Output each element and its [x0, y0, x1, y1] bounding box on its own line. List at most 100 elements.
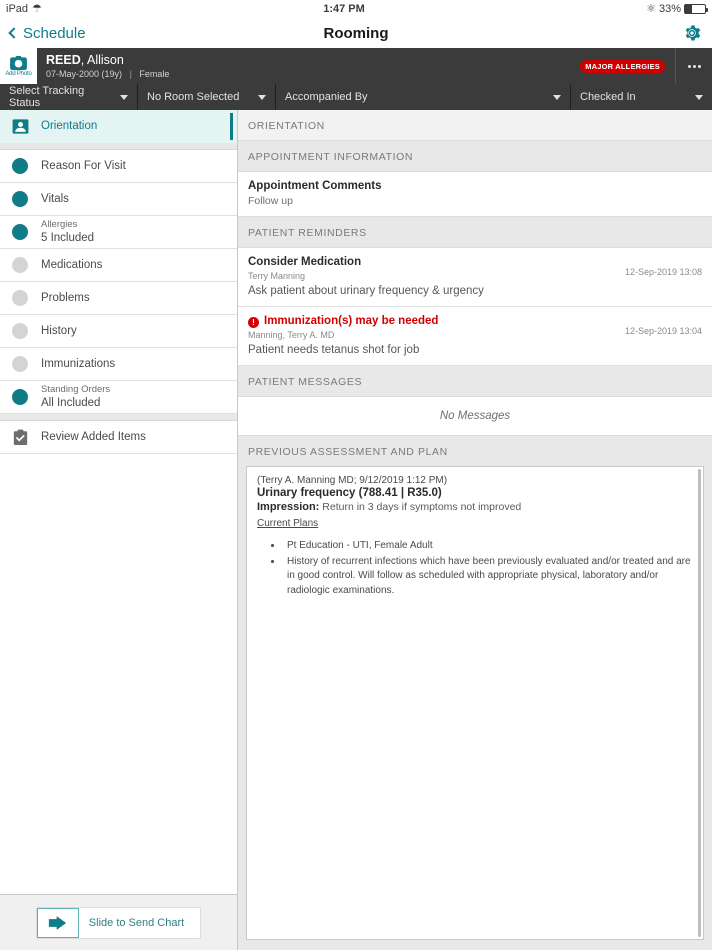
tracking-status-label: Select Tracking Status	[9, 85, 85, 109]
reminder-item[interactable]: Consider Medication Terry Manning Ask pa…	[238, 247, 712, 307]
room-dropdown[interactable]: No Room Selected	[138, 84, 276, 110]
sidebar-divider	[0, 414, 237, 421]
appointment-comments-card[interactable]: Appointment Comments Follow up	[238, 171, 712, 217]
alert-icon: !	[248, 317, 259, 328]
sidebar-item-text: Vitals	[41, 192, 69, 206]
accompanied-by-label: Accompanied By	[285, 91, 368, 103]
sidebar-item-orientation[interactable]: Orientation	[0, 110, 237, 143]
reminder-timestamp: 12-Sep-2019 13:08	[624, 267, 702, 277]
sidebar-item-text: Immunizations	[41, 357, 115, 371]
checked-in-dropdown[interactable]: Checked In	[571, 84, 712, 110]
patient-first-name: , Allison	[80, 52, 124, 67]
gear-icon[interactable]	[682, 23, 702, 43]
sidebar-item-problems[interactable]: Problems	[0, 282, 237, 315]
current-plans-list: Pt Education - UTI, Female Adult History…	[283, 539, 693, 598]
patient-info[interactable]: REED, Allison 07-May-2000 (19y) | Female	[37, 48, 580, 84]
content-body: Orientation Reason For Visit Vitals Alle…	[0, 110, 712, 950]
status-dot-icon	[10, 389, 30, 405]
patient-dob: 07-May-2000 (19y)	[46, 69, 123, 80]
reminder-title: Immunization(s) may be needed	[264, 315, 439, 327]
sidebar-item-label: Orientation	[41, 120, 98, 133]
sidebar-item-allergies[interactable]: Allergies 5 Included	[0, 216, 237, 249]
patient-reminders-header: PATIENT REMINDERS	[238, 217, 712, 247]
chevron-down-icon	[120, 94, 128, 100]
impression-label: Impression:	[257, 501, 320, 513]
major-allergies-badge[interactable]: MAJOR ALLERGIES	[580, 59, 665, 73]
main-content-panel: ORIENTATION APPOINTMENT INFORMATION Appo…	[238, 110, 712, 950]
previous-assessment-panel[interactable]: (Terry A. Manning MD; 9/12/2019 1:12 PM)…	[246, 466, 704, 940]
current-plans-link[interactable]: Current Plans	[257, 518, 318, 529]
accompanied-by-dropdown[interactable]: Accompanied By	[276, 84, 571, 110]
sidebar-item-text: Problems	[41, 291, 90, 305]
rooming-app: iPad ☂ 1:47 PM ⚛ 33% Schedule Rooming Ad…	[0, 0, 712, 950]
patient-name: REED, Allison	[46, 53, 580, 67]
room-label: No Room Selected	[147, 91, 240, 103]
person-card-icon	[10, 119, 30, 134]
assessment-panel-wrapper: (Terry A. Manning MD; 9/12/2019 1:12 PM)…	[238, 466, 712, 950]
sidebar-item-text: Standing Orders All Included	[41, 384, 110, 410]
status-dot-icon	[10, 257, 30, 273]
reminder-timestamp: 12-Sep-2019 13:04	[624, 326, 702, 336]
sidebar-item-label: Vitals	[41, 192, 69, 205]
sidebar-item-label: Reason For Visit	[41, 159, 126, 172]
sidebar-item-text: Review Added Items	[41, 430, 146, 444]
status-left: iPad ☂	[6, 3, 42, 15]
sidebar-item-review-added-items[interactable]: Review Added Items	[0, 421, 237, 454]
add-photo-label: Add Photo	[5, 70, 32, 77]
status-dot-icon	[10, 323, 30, 339]
no-messages-placeholder: No Messages	[238, 396, 712, 436]
status-dot-icon	[10, 356, 30, 372]
page-title: Rooming	[323, 24, 389, 42]
appointment-information-header: APPOINTMENT INFORMATION	[238, 141, 712, 171]
sidebar-nav-list: Orientation Reason For Visit Vitals Alle…	[0, 110, 237, 894]
reminder-item[interactable]: ! Immunization(s) may be needed Manning,…	[238, 307, 712, 366]
add-photo-button[interactable]: Add Photo	[0, 48, 37, 84]
chevron-down-icon	[553, 94, 561, 100]
patient-demographics: 07-May-2000 (19y) | Female	[46, 69, 580, 79]
sidebar-item-history[interactable]: History	[0, 315, 237, 348]
ellipsis-icon	[692, 64, 696, 68]
camera-icon	[10, 55, 27, 70]
tracking-status-dropdown[interactable]: Select Tracking Status	[0, 84, 138, 110]
chevron-down-icon	[258, 94, 266, 100]
send-chart-bar: Slide to Send Chart	[0, 894, 237, 950]
sidebar-item-medications[interactable]: Medications	[0, 249, 237, 282]
sidebar-item-text: Reason For Visit	[41, 159, 126, 173]
patient-header-bar: Add Photo REED, Allison 07-May-2000 (19y…	[0, 48, 712, 84]
ellipsis-icon	[687, 64, 691, 68]
assessment-diagnosis: Urinary frequency (788.41 | R35.0)	[257, 487, 442, 499]
sidebar-item-reason-for-visit[interactable]: Reason For Visit	[0, 150, 237, 183]
assessment-impression: Impression: Return in 3 days if symptoms…	[257, 501, 693, 513]
sidebar-item-text: Allergies 5 Included	[41, 219, 94, 245]
bluetooth-icon: ⚛	[646, 2, 656, 15]
status-dot-icon	[10, 290, 30, 306]
tracking-dropdown-row: Select Tracking Status No Room Selected …	[0, 84, 712, 110]
clipboard-check-icon	[10, 429, 30, 446]
back-to-schedule-button[interactable]: Schedule	[8, 25, 86, 42]
previous-assessment-header: PREVIOUS ASSESSMENT AND PLAN	[238, 436, 712, 466]
sidebar-item-label: Allergies	[41, 218, 78, 230]
status-dot-icon	[10, 191, 30, 207]
plan-item: Pt Education - UTI, Female Adult	[283, 539, 693, 554]
sidebar-item-immunizations[interactable]: Immunizations	[0, 348, 237, 381]
more-options-button[interactable]	[675, 48, 712, 84]
device-label: iPad	[6, 3, 29, 15]
send-arrow-icon[interactable]	[36, 907, 79, 938]
sidebar-item-vitals[interactable]: Vitals	[0, 183, 237, 216]
sidebar-item-label: Standing Orders	[41, 383, 111, 395]
assessment-meta: (Terry A. Manning MD; 9/12/2019 1:12 PM)	[257, 475, 448, 486]
status-time: 1:47 PM	[323, 3, 365, 15]
patient-last-name: REED	[46, 52, 81, 67]
slide-to-send-chart-control[interactable]: Slide to Send Chart	[35, 906, 202, 939]
sidebar-divider	[0, 143, 237, 150]
sidebar-item-standing-orders[interactable]: Standing Orders All Included	[0, 381, 237, 414]
sidebar-item-text: Medications	[41, 258, 102, 272]
sidebar-item-sublabel: All Included	[41, 396, 101, 409]
rooming-sidebar: Orientation Reason For Visit Vitals Alle…	[0, 110, 238, 950]
orientation-header: ORIENTATION	[238, 110, 712, 141]
sidebar-item-label: Review Added Items	[41, 430, 146, 443]
sidebar-item-label: Problems	[41, 291, 90, 304]
ios-status-bar: iPad ☂ 1:47 PM ⚛ 33%	[0, 0, 712, 18]
patient-sex: Female	[139, 69, 170, 80]
reminder-body: Ask patient about urinary frequency & ur…	[248, 285, 484, 297]
